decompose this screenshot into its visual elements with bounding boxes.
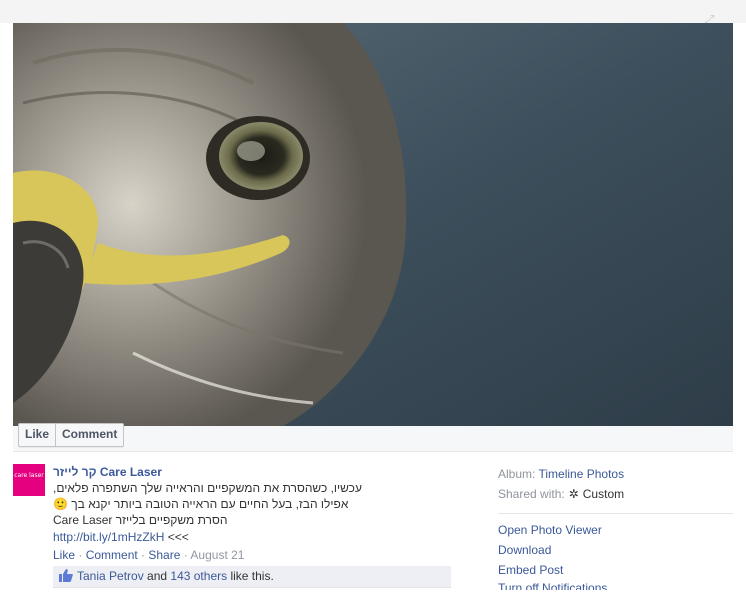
- separator: ·: [180, 548, 191, 562]
- post-link-row: http://bit.ly/1mHzZkH <<<: [53, 528, 453, 546]
- divider: [498, 513, 733, 514]
- comment-link[interactable]: Comment: [86, 548, 138, 562]
- separator: ·: [75, 548, 86, 562]
- privacy-value[interactable]: Custom: [583, 487, 624, 501]
- post-actions: Like · Comment · Share · August 21: [53, 546, 453, 564]
- page-name-link[interactable]: קר לייזר Care Laser: [53, 464, 453, 480]
- post-message-line: עכשיו, כשהסרת את המשקפיים והראייה שלך הש…: [53, 481, 362, 495]
- album-label: Album:: [498, 467, 536, 481]
- hawk-photo: [13, 23, 733, 426]
- photo-topbar: ⤢: [0, 0, 746, 27]
- gear-icon: ✲: [568, 487, 579, 501]
- album-row: Album: Timeline Photos: [498, 464, 738, 484]
- embed-post-link[interactable]: Embed Post: [498, 560, 738, 580]
- post-body: קר לייזר Care Laser עכשיו, כשהסרת את המש…: [53, 464, 453, 564]
- photo-like-comment-group: Like Comment: [18, 423, 125, 447]
- timeline-photo[interactable]: [13, 23, 733, 426]
- post-message: עכשיו, כשהסרת את המשקפיים והראייה שלך הש…: [53, 480, 453, 528]
- open-photo-viewer-link[interactable]: Open Photo Viewer: [498, 520, 738, 540]
- album-link[interactable]: Timeline Photos: [538, 467, 624, 481]
- avatar-logo-text: care laser: [14, 472, 44, 479]
- page-avatar[interactable]: care laser: [13, 464, 45, 496]
- photo-action-bar: Like Comment: [13, 423, 733, 452]
- likes-and: and: [143, 569, 171, 583]
- liker-link[interactable]: Tania Petrov: [77, 569, 144, 583]
- post-date[interactable]: August 21: [190, 548, 244, 562]
- separator: ·: [137, 548, 149, 562]
- likes-suffix: like this.: [227, 569, 274, 583]
- post-message-line: אפילו הבז, בעל החיים עם הראייה הטובה ביו…: [53, 497, 349, 511]
- likes-summary: Tania Petrov and 143 others like this.: [53, 566, 451, 588]
- shared-with-label: Shared with:: [498, 487, 565, 501]
- shared-with-row: Shared with: ✲ Custom: [498, 484, 738, 504]
- thumbs-up-icon: [59, 569, 73, 582]
- post-link-suffix: <<<: [164, 530, 189, 544]
- notifications-link[interactable]: Turn off Notifications: [498, 580, 738, 590]
- photo-comment-button[interactable]: Comment: [55, 424, 123, 446]
- post-link[interactable]: http://bit.ly/1mHzZkH: [53, 530, 164, 544]
- share-link[interactable]: Share: [148, 548, 180, 562]
- post-message-line: Care Laser הסרת משקפיים בלייזר: [53, 513, 228, 527]
- like-link[interactable]: Like: [53, 548, 75, 562]
- download-link[interactable]: Download: [498, 540, 738, 560]
- others-link[interactable]: 143 others: [170, 569, 227, 583]
- photo-sidebar: Album: Timeline Photos Shared with: ✲ Cust…: [498, 464, 738, 590]
- photo-like-button[interactable]: Like: [19, 424, 55, 446]
